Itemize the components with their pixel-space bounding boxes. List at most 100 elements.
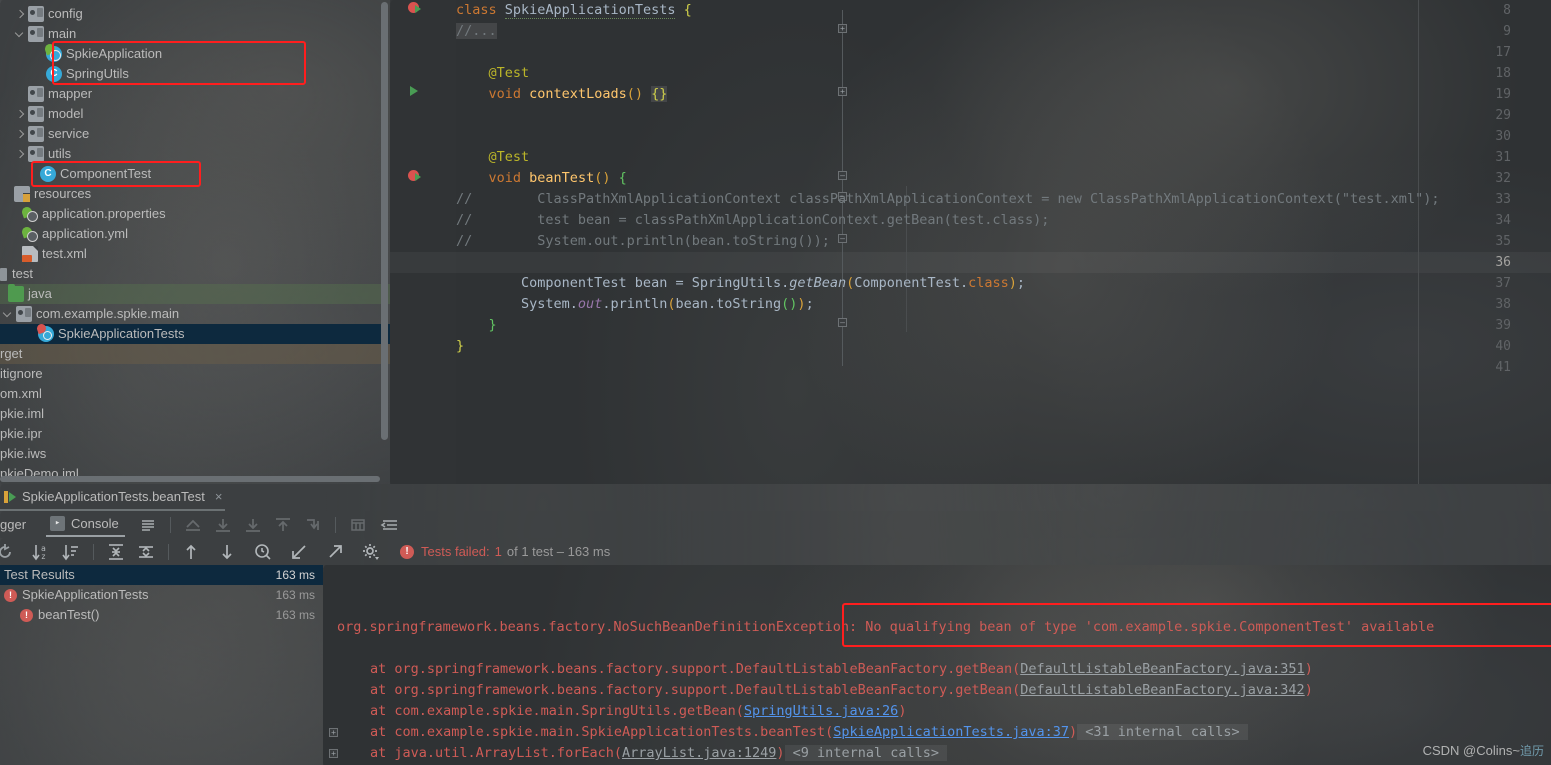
tree-item[interactable]: pkie.iml	[0, 404, 390, 424]
test-result-row[interactable]: ! beanTest() 163 ms	[0, 605, 323, 625]
soft-wrap-icon[interactable]	[137, 514, 159, 536]
run-test-method-icon[interactable]	[410, 86, 418, 96]
tree-item[interactable]: config	[0, 4, 390, 24]
code-editor[interactable]: + + – – – – 8 9 17 18 19 29 30 31 32 33 34 35 36 37 38…	[390, 0, 1551, 484]
tree-item[interactable]: com.example.spkie.main	[0, 304, 390, 324]
test-results-tree[interactable]: Test Results 163 ms! SpkieApplicationTests…	[0, 565, 323, 765]
code-line-18[interactable]: @Test	[456, 63, 530, 84]
stack-frame[interactable]: at org.springframework.beans.factory.sup…	[370, 659, 1313, 680]
run-to-cursor-icon[interactable]	[302, 514, 324, 536]
tree-item[interactable]: resources	[0, 184, 390, 204]
project-tree-horizontal-scrollbar[interactable]	[0, 476, 380, 482]
internal-calls-badge[interactable]: <9 internal calls>	[784, 745, 948, 761]
rerun-icon[interactable]	[0, 541, 16, 563]
tree-item[interactable]: test.xml	[0, 244, 390, 264]
tab-debugger[interactable]: gger	[0, 511, 26, 538]
export-tests-icon[interactable]	[324, 541, 346, 563]
expand-internal-calls-toggle[interactable]: +	[329, 728, 338, 737]
align-settings-icon[interactable]	[379, 514, 401, 536]
code-line-32[interactable]: void beanTest() {	[456, 168, 627, 189]
tree-item[interactable]: mapper	[0, 84, 390, 104]
tree-item[interactable]: SpkieApplication	[0, 44, 390, 64]
tree-item[interactable]: itignore	[0, 364, 390, 384]
import-tests-icon[interactable]	[288, 541, 310, 563]
chevron-right-icon[interactable]	[15, 129, 26, 140]
tree-item[interactable]: SpkieApplicationTests	[0, 324, 390, 344]
expand-all-icon[interactable]	[105, 541, 127, 563]
fold-toggle-line-19[interactable]: +	[838, 87, 847, 96]
run-tab-title[interactable]: SpkieApplicationTests.beanTest	[22, 489, 205, 504]
collapse-all-icon[interactable]	[135, 541, 157, 563]
test-result-row[interactable]: ! SpkieApplicationTests 163 ms	[0, 585, 323, 605]
chevron-right-icon[interactable]	[15, 109, 26, 120]
fold-toggle-line-39[interactable]: –	[838, 318, 847, 327]
tree-item[interactable]: om.xml	[0, 384, 390, 404]
test-results-toolbar[interactable]: a z ! Tests failed: 1 of 1 test – 163 ms	[0, 538, 1551, 565]
code-line-38[interactable]: System.out.println(bean.toString());	[456, 294, 814, 315]
stack-frame-link[interactable]: ArrayList.java:1249	[622, 745, 776, 761]
code-line-34[interactable]: // test bean = classPathXmlApplicationCo…	[456, 210, 1049, 231]
tree-item[interactable]: application.yml	[0, 224, 390, 244]
tree-item[interactable]: C ComponentTest	[0, 164, 390, 184]
project-tree-vertical-scrollbar[interactable]	[381, 2, 388, 440]
sort-alphabetically-icon[interactable]: a z	[30, 541, 52, 563]
test-history-icon[interactable]	[252, 541, 274, 563]
code-line-31[interactable]: @Test	[456, 147, 530, 168]
project-tool-window[interactable]: config main SpkieApplication C SpringUtils ma…	[0, 0, 390, 484]
exception-line[interactable]: org.springframework.beans.factory.NoSuch…	[337, 617, 1434, 638]
chevron-down-icon[interactable]	[15, 29, 26, 40]
next-failed-test-icon[interactable]	[216, 541, 238, 563]
stack-frame-link[interactable]: DefaultListableBeanFactory.java:351	[1020, 661, 1304, 677]
tree-item[interactable]: rget	[0, 344, 390, 364]
tree-item[interactable]: C SpringUtils	[0, 64, 390, 84]
stack-frame[interactable]: at org.springframework.beans.factory.sup…	[370, 680, 1313, 701]
test-result-row[interactable]: Test Results 163 ms	[0, 565, 323, 585]
tree-item[interactable]: pkie.iws	[0, 444, 390, 464]
sort-by-duration-icon[interactable]	[60, 541, 82, 563]
step-down-alt-icon[interactable]	[242, 514, 264, 536]
fold-toggle-line-9[interactable]: +	[838, 24, 847, 33]
fold-toggle-line-35[interactable]: –	[838, 234, 847, 243]
chevron-right-icon[interactable]	[15, 149, 26, 160]
stack-frame-link[interactable]: SpringUtils.java:26	[744, 703, 898, 719]
run-spring-test-method-icon[interactable]	[408, 170, 421, 181]
test-output-console[interactable]: org.springframework.beans.factory.NoSuch…	[323, 565, 1551, 765]
stack-frame[interactable]: at java.util.ArrayList.forEach(ArrayList…	[370, 743, 948, 764]
step-up-icon[interactable]	[272, 514, 294, 536]
code-line-39[interactable]: }	[456, 315, 497, 336]
close-icon[interactable]: ×	[215, 489, 223, 504]
run-configuration-tab-bar[interactable]: SpkieApplicationTests.beanTest ×	[0, 484, 1551, 511]
tree-item[interactable]: pkie.ipr	[0, 424, 390, 444]
code-line-8[interactable]: class SpkieApplicationTests {	[456, 0, 692, 21]
step-down-icon[interactable]	[212, 514, 234, 536]
tree-item[interactable]: service	[0, 124, 390, 144]
rerun-failed-icon[interactable]	[182, 514, 204, 536]
run-spring-test-class-icon[interactable]	[408, 2, 421, 13]
run-panel-tabs-toolbar[interactable]: gger ▸ Console	[0, 511, 1551, 538]
code-line-19[interactable]: void contextLoads() {}	[456, 84, 668, 105]
code-line-33[interactable]: // ClassPathXmlApplicationContext classP…	[456, 189, 1439, 210]
stack-frame[interactable]: at com.example.spkie.main.SpringUtils.ge…	[370, 701, 906, 722]
project-tree[interactable]: config main SpkieApplication C SpringUtils ma…	[0, 0, 390, 484]
stack-frame-link[interactable]: SpkieApplicationTests.java:37	[833, 724, 1069, 740]
tree-item[interactable]: application.properties	[0, 204, 390, 224]
previous-failed-test-icon[interactable]	[180, 541, 202, 563]
test-settings-gear-icon[interactable]	[360, 541, 382, 563]
editor-gutter[interactable]	[390, 0, 456, 484]
chevron-right-icon[interactable]	[15, 9, 26, 20]
tab-console[interactable]: ▸ Console	[46, 512, 125, 537]
tree-item[interactable]: test	[0, 264, 390, 284]
chevron-down-icon[interactable]	[3, 309, 14, 320]
stack-frame[interactable]: at com.example.spkie.main.SpkieApplicati…	[370, 722, 1248, 743]
expand-internal-calls-toggle[interactable]: +	[329, 749, 338, 758]
tree-item[interactable]: main	[0, 24, 390, 44]
tree-item[interactable]: model	[0, 104, 390, 124]
stack-frame-link[interactable]: DefaultListableBeanFactory.java:342	[1020, 682, 1304, 698]
evaluate-table-icon[interactable]	[347, 514, 369, 536]
tree-item[interactable]: java	[0, 284, 390, 304]
code-line-40[interactable]: }	[456, 336, 464, 357]
code-line-37[interactable]: ComponentTest bean = SpringUtils.getBean…	[456, 273, 1025, 294]
internal-calls-badge[interactable]: <31 internal calls>	[1077, 724, 1248, 740]
code-line-9[interactable]: //...	[456, 21, 497, 42]
code-line-35[interactable]: // System.out.println(bean.toString());	[456, 231, 830, 252]
